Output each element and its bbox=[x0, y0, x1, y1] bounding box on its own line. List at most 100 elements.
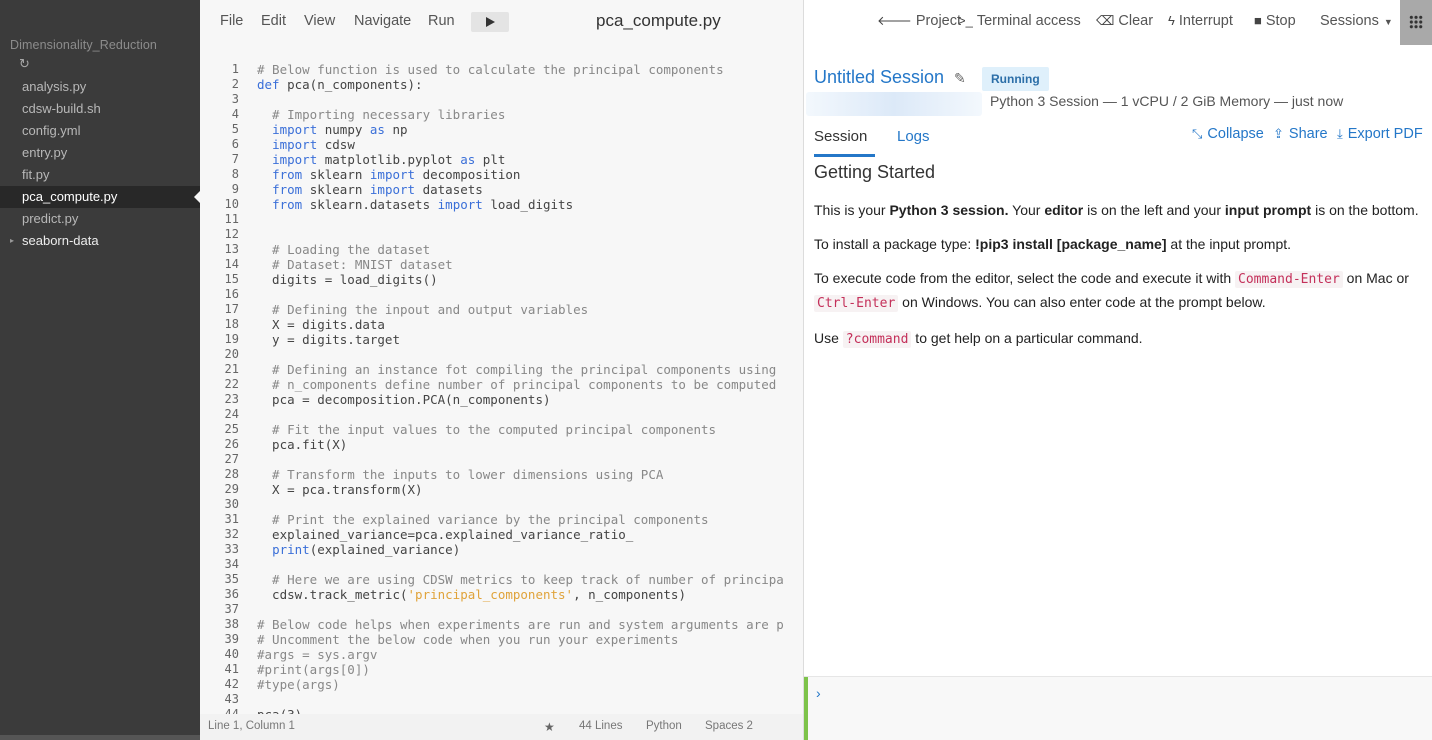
code-token: (explained_variance) bbox=[309, 542, 461, 557]
code-token: , n_components) bbox=[573, 587, 686, 602]
code-line[interactable]: 32 explained_variance=pca.explained_vari… bbox=[200, 527, 803, 542]
code-line[interactable]: 39 # Uncomment the below code when you ru… bbox=[200, 632, 803, 647]
refresh-icon[interactable]: ↻ bbox=[19, 56, 30, 72]
code-token: y = digits.target bbox=[257, 332, 400, 347]
line-number: 43 bbox=[224, 692, 239, 706]
code-line[interactable]: 6 import cdsw bbox=[200, 137, 803, 152]
terminal-access-button[interactable]: >_ Terminal access bbox=[958, 13, 1081, 29]
code-token: X = digits.data bbox=[257, 317, 385, 332]
code-line[interactable]: 41 #print(args[0]) bbox=[200, 662, 803, 677]
code-line[interactable]: 23 pca = decomposition.PCA(n_components) bbox=[200, 392, 803, 407]
code-line[interactable]: 14 # Dataset: MNIST dataset bbox=[200, 257, 803, 272]
code-line[interactable]: 8 from sklearn import decomposition bbox=[200, 167, 803, 182]
code-line[interactable]: 22 # n_components define number of princ… bbox=[200, 377, 803, 392]
star-icon[interactable]: ★ bbox=[544, 720, 555, 734]
code-line[interactable]: 42 #type(args) bbox=[200, 677, 803, 692]
menu-navigate[interactable]: Navigate bbox=[354, 13, 411, 29]
code-line[interactable]: 13 # Loading the dataset bbox=[200, 242, 803, 257]
menu-file[interactable]: File bbox=[220, 13, 243, 29]
export-pdf-button[interactable]: ⤓ Export PDF bbox=[1337, 126, 1423, 142]
code-line[interactable]: 26 pca.fit(X) bbox=[200, 437, 803, 452]
code-line[interactable]: 31 # Print the explained variance by the… bbox=[200, 512, 803, 527]
file-item[interactable]: cdsw-build.sh bbox=[0, 98, 200, 120]
collapse-button[interactable]: ⤡ Collapse bbox=[1192, 126, 1264, 142]
project-button[interactable]: 🡐 Project bbox=[877, 13, 961, 29]
menu-run[interactable]: Run bbox=[428, 13, 455, 29]
code-line[interactable]: 2 def pca(n_components): bbox=[200, 77, 803, 92]
sidebar-scrollbar[interactable] bbox=[0, 735, 200, 740]
input-prompt[interactable]: › bbox=[804, 676, 1432, 740]
code-line[interactable]: 10 from sklearn.datasets import load_dig… bbox=[200, 197, 803, 212]
code-line[interactable]: 1 # Below function is used to calculate t… bbox=[200, 62, 803, 77]
file-item[interactable]: predict.py bbox=[0, 208, 200, 230]
code-text: y = digits.target bbox=[257, 332, 400, 347]
menu-view[interactable]: View bbox=[304, 13, 335, 29]
code-line[interactable]: 24 bbox=[200, 407, 803, 422]
share-button[interactable]: ⇪ Share bbox=[1273, 126, 1328, 142]
code-line[interactable]: 35 # Here we are using CDSW metrics to k… bbox=[200, 572, 803, 587]
code-area[interactable]: 1 # Below function is used to calculate t… bbox=[200, 62, 803, 714]
code-line[interactable]: 38 # Below code helps when experiments ar… bbox=[200, 617, 803, 632]
code-line[interactable]: 40 #args = sys.argv bbox=[200, 647, 803, 662]
code-line[interactable]: 17 # Defining the inpout and output vari… bbox=[200, 302, 803, 317]
terminal-icon: >_ bbox=[958, 13, 973, 28]
clear-label: Clear bbox=[1118, 13, 1154, 29]
code-text: pca(3) bbox=[257, 707, 302, 714]
code-line[interactable]: 44 pca(3) bbox=[200, 707, 803, 714]
project-name: Dimensionality_Reduction bbox=[10, 38, 157, 52]
folder-item[interactable]: ▸ seaborn-data bbox=[0, 230, 200, 252]
code-line[interactable]: 19 y = digits.target bbox=[200, 332, 803, 347]
indent-setting[interactable]: Spaces 2 bbox=[705, 720, 753, 732]
language-mode[interactable]: Python bbox=[646, 720, 682, 732]
code-line[interactable]: 11 bbox=[200, 212, 803, 227]
code-line[interactable]: 30 bbox=[200, 497, 803, 512]
line-number: 17 bbox=[224, 302, 239, 316]
code-line[interactable]: 29 X = pca.transform(X) bbox=[200, 482, 803, 497]
code-token: 'principal_components' bbox=[407, 587, 574, 602]
code-line[interactable]: 18 X = digits.data bbox=[200, 317, 803, 332]
line-number: 1 bbox=[231, 62, 239, 76]
file-item[interactable]: config.yml bbox=[0, 120, 200, 142]
code-line[interactable]: 21 # Defining an instance fot compiling … bbox=[200, 362, 803, 377]
file-item[interactable]: fit.py bbox=[0, 164, 200, 186]
file-item[interactable]: entry.py bbox=[0, 142, 200, 164]
stop-button[interactable]: ■ Stop bbox=[1254, 13, 1296, 29]
code-token: sklearn bbox=[302, 167, 370, 182]
code-line[interactable]: 16 bbox=[200, 287, 803, 302]
code-line[interactable]: 9 from sklearn import datasets bbox=[200, 182, 803, 197]
editor-menubar: File Edit View Navigate Run pca_compute.… bbox=[200, 0, 803, 44]
code-line[interactable]: 25 # Fit the input values to the compute… bbox=[200, 422, 803, 437]
code-line[interactable]: 4 # Importing necessary libraries bbox=[200, 107, 803, 122]
code-line[interactable]: 15 digits = load_digits() bbox=[200, 272, 803, 287]
code-line[interactable]: 20 bbox=[200, 347, 803, 362]
code-line[interactable]: 36 cdsw.track_metric('principal_componen… bbox=[200, 587, 803, 602]
code-line[interactable]: 5 import numpy as np bbox=[200, 122, 803, 137]
caret-right-icon[interactable]: ▸ bbox=[10, 230, 14, 252]
tab-logs[interactable]: Logs bbox=[897, 128, 930, 145]
sessions-dropdown[interactable]: Sessions ▼ bbox=[1320, 13, 1393, 29]
code-line[interactable]: 34 bbox=[200, 557, 803, 572]
code-line[interactable]: 37 bbox=[200, 602, 803, 617]
session-title[interactable]: Untitled Session bbox=[814, 67, 944, 88]
code-line[interactable]: 7 import matplotlib.pyplot as plt bbox=[200, 152, 803, 167]
text: at the input prompt. bbox=[1166, 236, 1292, 252]
getting-started-heading: Getting Started bbox=[814, 162, 936, 182]
execute-paragraph: To execute code from the editor, select … bbox=[814, 267, 1426, 315]
code-line[interactable]: 27 bbox=[200, 452, 803, 467]
interrupt-button[interactable]: ϟ Interrupt bbox=[1168, 13, 1233, 29]
code-line[interactable]: 28 # Transform the inputs to lower dimen… bbox=[200, 467, 803, 482]
edit-icon[interactable]: ✎ bbox=[954, 70, 966, 87]
clear-button[interactable]: ⌫ Clear bbox=[1096, 13, 1153, 29]
tab-session[interactable]: Session bbox=[814, 128, 876, 157]
file-item[interactable]: pca_compute.py bbox=[0, 186, 200, 208]
run-button[interactable] bbox=[471, 12, 509, 32]
app-grid-button[interactable] bbox=[1400, 0, 1432, 45]
code-line[interactable]: 3 bbox=[200, 92, 803, 107]
code-line[interactable]: 12 bbox=[200, 227, 803, 242]
menu-edit[interactable]: Edit bbox=[261, 13, 286, 29]
code-token: import bbox=[369, 182, 416, 197]
code-line[interactable]: 43 bbox=[200, 692, 803, 707]
file-item[interactable]: analysis.py bbox=[0, 76, 200, 98]
code-line[interactable]: 33 print(explained_variance) bbox=[200, 542, 803, 557]
